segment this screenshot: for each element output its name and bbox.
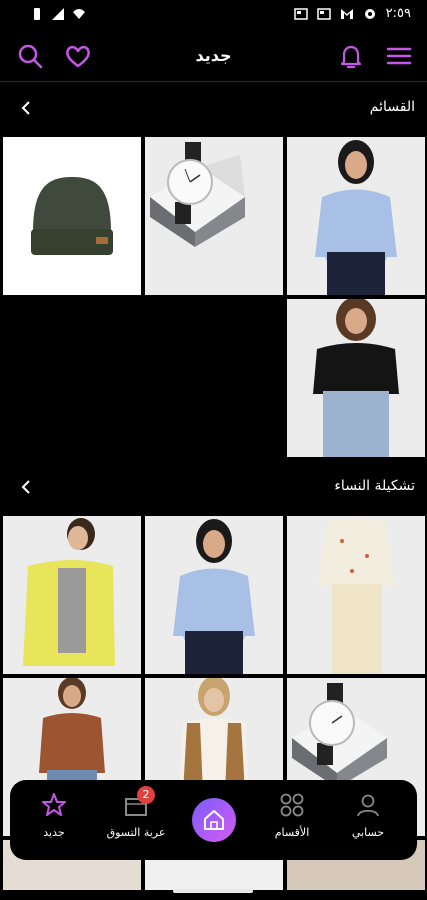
news-icon <box>293 7 308 20</box>
product-tile-blue-shirt-2[interactable] <box>145 516 283 674</box>
status-left-icons <box>30 7 86 21</box>
product-tile-yellow-blazer[interactable] <box>3 516 141 674</box>
nav-item-home[interactable] <box>192 798 236 842</box>
section-header-coupons[interactable]: القسائم <box>0 82 427 134</box>
chevron-left-icon[interactable] <box>16 477 36 497</box>
nav-item-account[interactable]: حسابي <box>328 792 408 839</box>
person-icon <box>357 794 379 817</box>
nav-item-new[interactable]: جديد <box>14 792 94 839</box>
product-tile-black-blouse[interactable] <box>287 299 425 457</box>
product-tile-watch[interactable] <box>145 137 283 295</box>
yellow-blazer-image <box>3 516 141 674</box>
nav-item-label: عربة التسوق <box>106 826 166 839</box>
blue-shirt-image-2 <box>145 516 283 674</box>
gesture-bar[interactable] <box>173 889 253 893</box>
chevron-left-icon[interactable] <box>16 98 36 118</box>
menu-icon[interactable] <box>385 42 413 70</box>
grid-icon <box>280 793 304 817</box>
nav-item-cart[interactable]: 2 عربة التسوق <box>96 786 176 839</box>
black-blouse-image <box>287 299 425 457</box>
product-tile-blue-shirt[interactable] <box>287 137 425 295</box>
star-icon <box>42 793 66 816</box>
section-title: تشكيلة النساء <box>334 478 415 494</box>
beanie-image <box>3 137 141 295</box>
cart-count-badge: 2 <box>137 786 155 804</box>
signal-icon <box>52 8 64 20</box>
app-bar: جديد <box>0 30 427 82</box>
battery-icon <box>34 8 40 20</box>
news-icon-2 <box>316 7 331 20</box>
cream-outfit-image <box>287 516 425 674</box>
home-icon <box>204 810 224 830</box>
section-header-women-collection[interactable]: تشكيلة النساء <box>0 461 427 513</box>
watch-image <box>145 137 283 295</box>
settings-icon <box>364 8 375 19</box>
notifications-bell-icon[interactable] <box>337 42 365 70</box>
section-title: القسائم <box>369 99 415 115</box>
nav-item-label: الأقسام <box>274 826 310 839</box>
product-tile-beanie[interactable] <box>3 137 141 295</box>
status-time: ٢:٥٩ <box>385 6 411 21</box>
wifi-icon <box>73 9 85 19</box>
nav-item-categories[interactable]: الأقسام <box>252 792 332 839</box>
blue-shirt-image <box>287 137 425 295</box>
mail-icon <box>340 8 353 19</box>
status-bar: ٢:٥٩ <box>0 0 427 30</box>
nav-item-label: حسابي <box>351 826 385 839</box>
product-tile-cream-outfit[interactable] <box>287 516 425 674</box>
nav-item-label: جديد <box>43 826 65 839</box>
bottom-navigation: جديد 2 عربة التسوق الأقسام حسابي <box>10 780 417 860</box>
